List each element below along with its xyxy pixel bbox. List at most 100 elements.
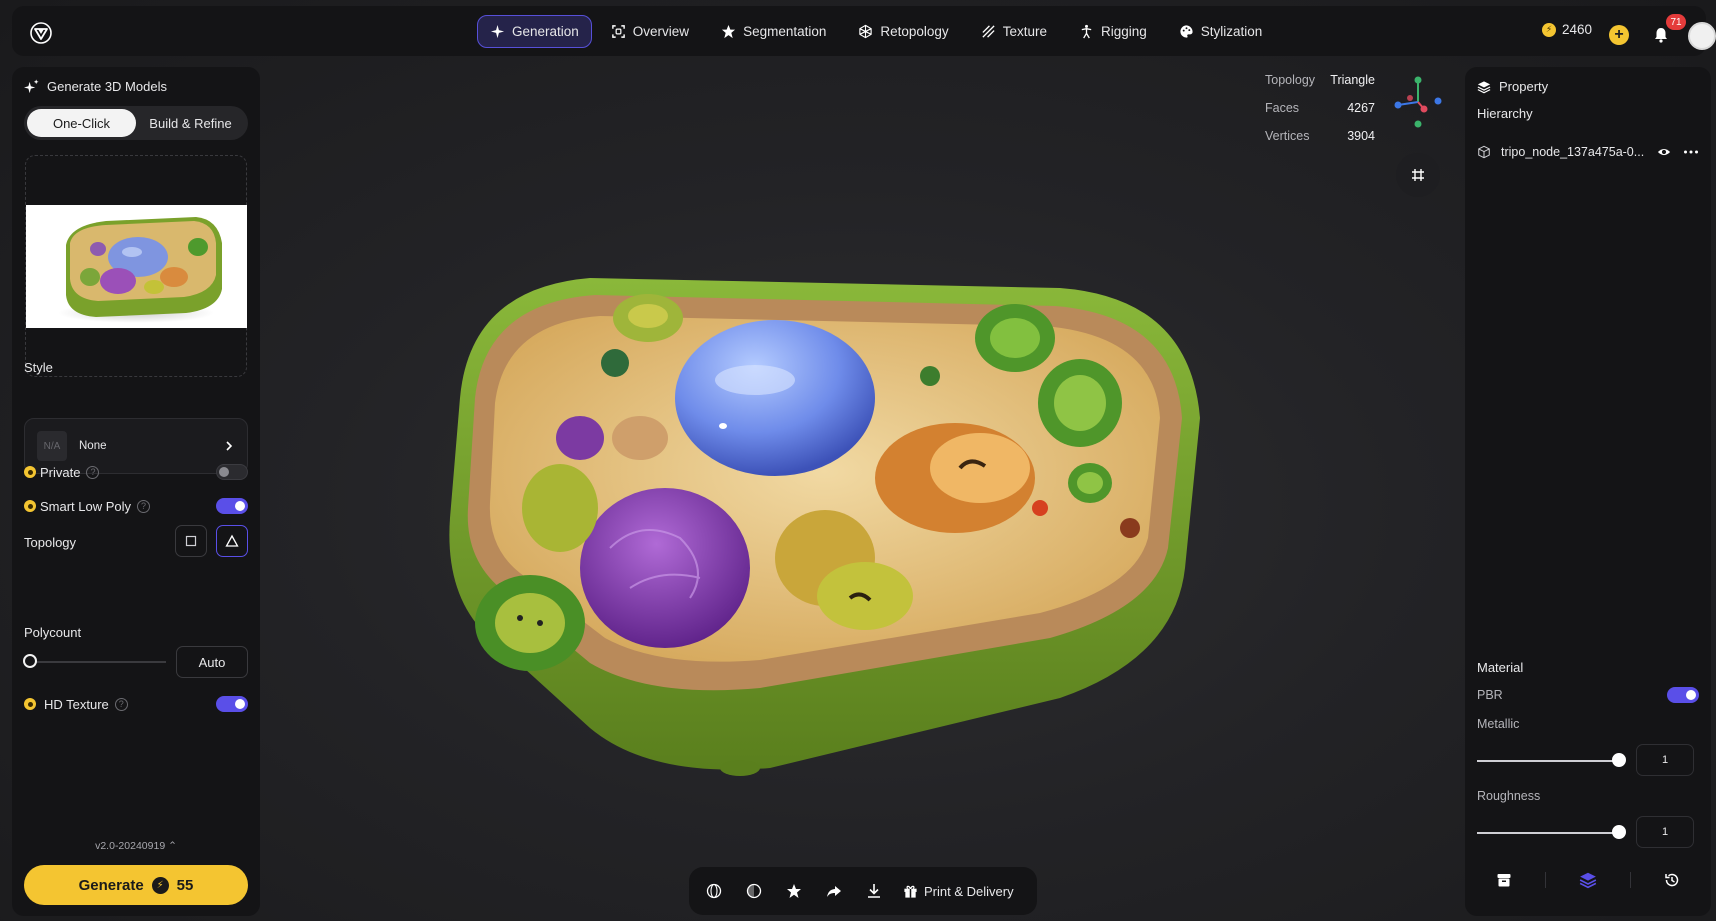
stat-key: Vertices [1265, 129, 1310, 143]
version-label: v2.0-20240919 [95, 840, 166, 852]
focus-icon [1412, 169, 1424, 181]
topology-quad-button[interactable] [175, 525, 207, 557]
mode-switch: One-Click Build & Refine [24, 106, 248, 140]
app-logo[interactable] [24, 16, 58, 50]
square-icon [185, 535, 197, 547]
layers-icon[interactable] [1579, 871, 1597, 889]
stat-key: Topology [1265, 73, 1316, 87]
generate-button[interactable]: Generate ⚡ 55 [24, 865, 248, 905]
main-nav: Generation Overview Segmentation Retopol… [477, 15, 1275, 48]
help-icon[interactable]: ? [114, 697, 128, 711]
hierarchy-node[interactable]: tripo_node_137a475a-0... [1477, 139, 1699, 165]
print-delivery-button[interactable]: Print & Delivery [903, 884, 1014, 899]
axis-gizmo-icon[interactable] [1390, 74, 1446, 130]
layers-icon [1477, 80, 1491, 93]
eye-icon[interactable] [1657, 145, 1671, 159]
tab-overview[interactable]: Overview [598, 15, 702, 48]
panel-footer [1465, 867, 1711, 893]
premium-icon [24, 698, 36, 710]
stat-faces: Faces 4267 [1265, 94, 1375, 122]
node-name: tripo_node_137a475a-0... [1501, 145, 1645, 159]
smart-low-poly-row: Smart Low Poly ? [24, 496, 248, 516]
app-root: Generation Overview Segmentation Retopol… [0, 0, 1716, 921]
texture-icon [982, 25, 995, 38]
metallic-slider-handle[interactable] [1612, 753, 1626, 767]
gift-icon [904, 885, 917, 898]
smart-low-poly-toggle[interactable] [216, 498, 248, 514]
private-toggle[interactable] [216, 464, 248, 480]
globe-icon[interactable] [703, 880, 725, 902]
polycount-input[interactable]: Auto [176, 646, 248, 678]
tab-label: Generation [512, 24, 579, 39]
version-selector[interactable]: v2.0-20240919 ⌃ [12, 840, 260, 852]
credits-balance[interactable]: ⚡ 2460 [1542, 22, 1592, 37]
more-icon[interactable] [1683, 145, 1699, 159]
style-label: Style [24, 360, 53, 375]
credits-value: 2460 [1562, 22, 1593, 37]
tab-texture[interactable]: Texture [968, 15, 1060, 48]
chevron-up-icon: ⌃ [168, 840, 177, 852]
topology-label: Topology [24, 535, 77, 550]
lighting-icon[interactable] [743, 880, 765, 902]
panel-header: Generate 3D Models [24, 79, 167, 94]
figure-icon [1081, 24, 1092, 39]
roughness-label: Roughness [1477, 789, 1541, 803]
mode-one-click[interactable]: One-Click [27, 109, 136, 137]
panel-title: Generate 3D Models [47, 79, 167, 94]
coin-icon: ⚡ [1542, 22, 1556, 37]
history-icon[interactable] [1664, 872, 1680, 888]
tab-label: Stylization [1200, 24, 1263, 39]
tab-stylization[interactable]: Stylization [1166, 15, 1276, 48]
topology-triangle-button[interactable] [216, 525, 248, 557]
stat-value: Triangle [1330, 73, 1375, 87]
tab-generation[interactable]: Generation [477, 15, 592, 48]
divider [1630, 872, 1632, 888]
tab-label: Overview [632, 24, 690, 39]
roughness-input[interactable]: 1 [1636, 816, 1694, 848]
pbr-label: PBR [1477, 688, 1503, 702]
pbr-toggle[interactable] [1667, 687, 1699, 703]
divider [1544, 872, 1546, 888]
tab-label: Texture [1002, 24, 1047, 39]
smart-low-poly-label: Smart Low Poly [40, 498, 132, 514]
frame-view-button[interactable] [1396, 153, 1440, 197]
hd-texture-toggle[interactable] [216, 696, 248, 712]
premium-icon [24, 500, 36, 512]
metallic-input[interactable]: 1 [1636, 744, 1694, 776]
mode-build-refine[interactable]: Build & Refine [136, 109, 245, 137]
private-label: Private [40, 464, 81, 480]
avatar[interactable] [1688, 22, 1716, 50]
tab-label: Retopology [880, 24, 949, 39]
notification-badge: 71 [1666, 14, 1686, 30]
roughness-slider-handle[interactable] [1612, 825, 1626, 839]
mesh-icon [859, 24, 873, 39]
generate-cost: 55 [176, 876, 194, 894]
sparkle-icon [490, 24, 505, 39]
chevron-right-icon [226, 441, 233, 451]
roughness-slider[interactable] [1477, 832, 1620, 834]
polycount-slider-handle[interactable] [23, 654, 37, 668]
scan-icon [611, 25, 625, 38]
palette-icon [1180, 25, 1193, 38]
property-title: Property [1499, 79, 1549, 94]
metallic-slider[interactable] [1477, 760, 1620, 762]
archive-icon[interactable] [1496, 872, 1512, 888]
add-credits-button[interactable]: + [1609, 25, 1629, 45]
share-icon[interactable] [823, 880, 845, 902]
credit-icon: ⚡ [151, 876, 169, 894]
tab-retopology[interactable]: Retopology [845, 15, 961, 48]
tab-rigging[interactable]: Rigging [1066, 15, 1160, 48]
private-row: Private ? [24, 462, 248, 482]
triangle-icon [225, 534, 239, 547]
help-icon[interactable]: ? [137, 499, 151, 513]
polycount-slider[interactable] [30, 661, 166, 663]
download-icon[interactable] [863, 880, 885, 902]
star-icon[interactable] [783, 880, 805, 902]
help-icon[interactable]: ? [86, 465, 100, 479]
mesh-stats: Topology Triangle Faces 4267 Vertices 39… [1265, 66, 1375, 150]
tab-segmentation[interactable]: Segmentation [708, 15, 839, 48]
logo-icon [30, 22, 52, 44]
hd-texture-label: HD Texture [44, 696, 109, 712]
plant-cell-model[interactable] [440, 268, 1210, 778]
bell-icon[interactable] [1652, 26, 1670, 44]
